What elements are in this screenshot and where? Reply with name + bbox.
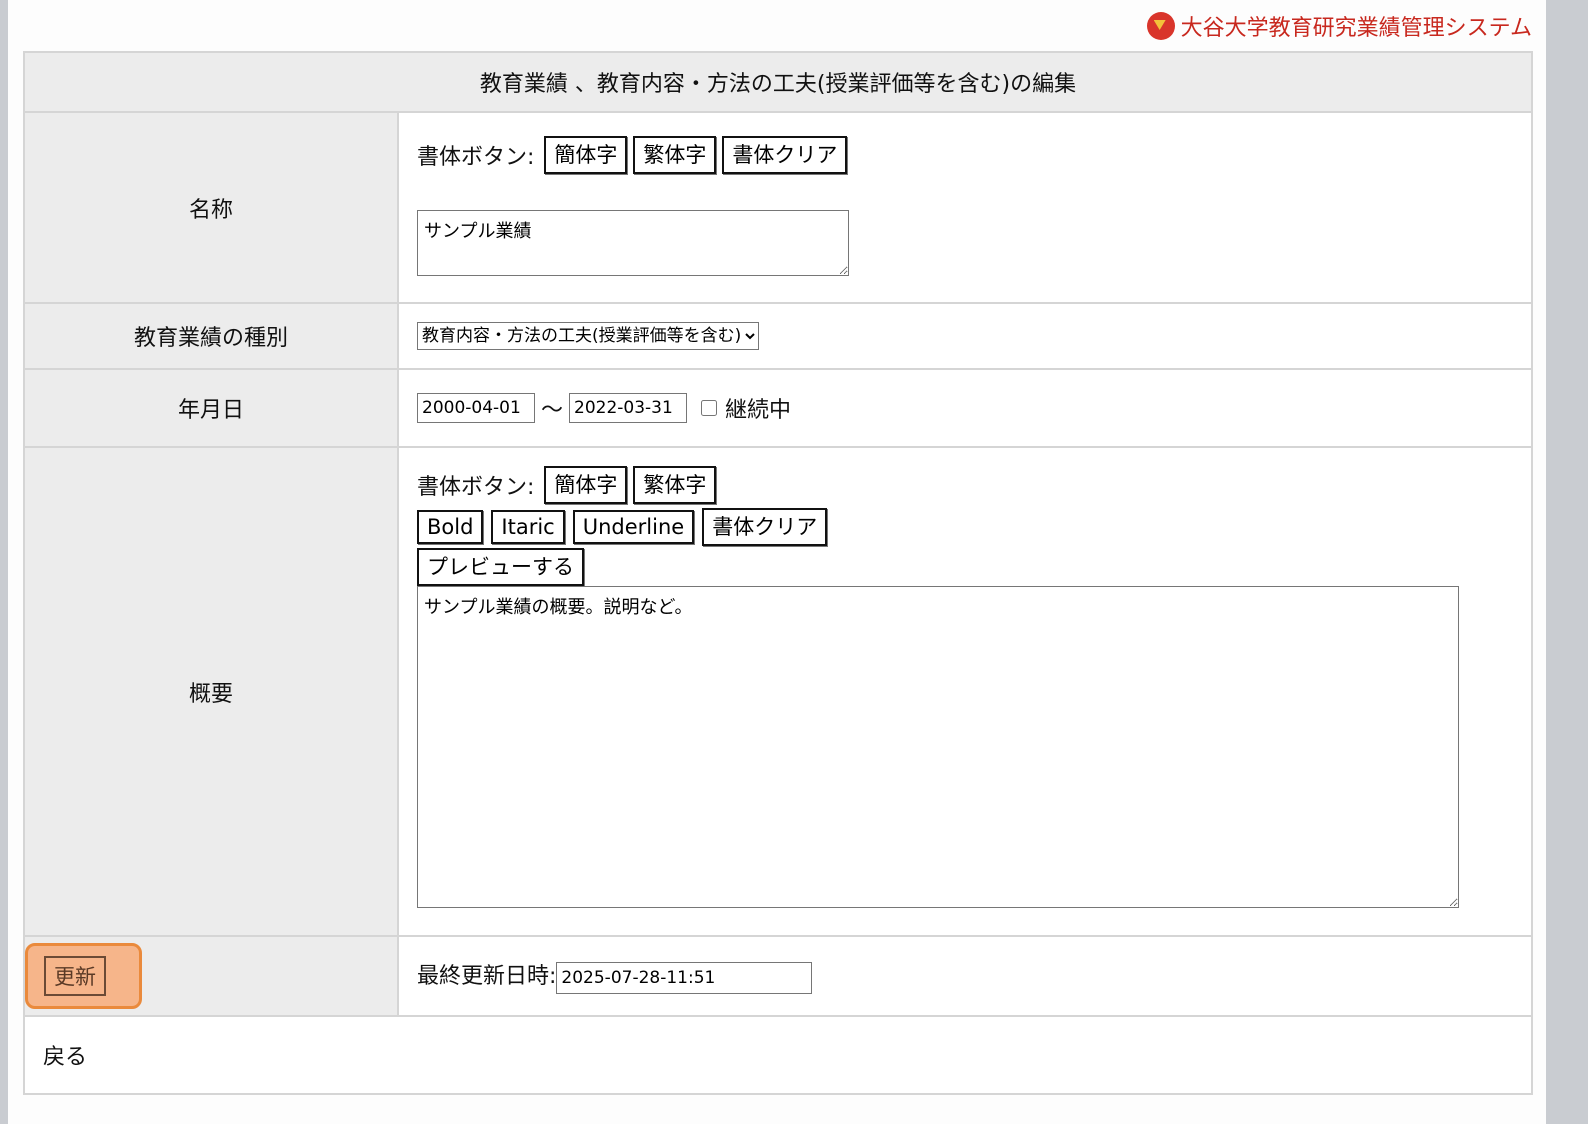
name-label: 名称 bbox=[23, 111, 399, 304]
summary-value-cell: 書体ボタン: 簡体字 繁体字 Bold Itaric Underline 書体ク… bbox=[397, 446, 1533, 937]
kind-label: 教育業績の種別 bbox=[23, 302, 399, 370]
brand-header[interactable]: 大谷大学教育研究業績管理システム bbox=[1146, 10, 1532, 42]
ongoing-checkbox[interactable] bbox=[701, 400, 718, 416]
summary-toolbar-label: 書体ボタン: bbox=[417, 475, 535, 500]
update-highlight: 更新 bbox=[25, 943, 142, 1009]
edit-form-table: 教育業績 、教育内容・方法の工夫(授業評価等を含む)の編集 名称 書体ボタン: … bbox=[23, 51, 1533, 1095]
name-font-toolbar: 書体ボタン: 簡体字 繁体字 書体クリア bbox=[417, 135, 1531, 174]
summary-textarea[interactable]: サンプル業績の概要。説明など。 bbox=[417, 586, 1459, 908]
page: 大谷大学教育研究業績管理システム 教育業績 、教育内容・方法の工夫(授業評価等を… bbox=[8, 0, 1546, 1124]
name-value-cell: 書体ボタン: 簡体字 繁体字 書体クリア サンプル業績 bbox=[397, 111, 1533, 304]
summary-traditional-button[interactable]: 繁体字 bbox=[633, 466, 717, 504]
university-logo-icon bbox=[1146, 12, 1175, 40]
kind-value-cell: 教育内容・方法の工夫(授業評価等を含む) bbox=[397, 302, 1533, 370]
last-updated-cell: 最終更新日時: bbox=[397, 935, 1533, 1017]
last-updated-input[interactable] bbox=[556, 962, 813, 994]
kind-select[interactable]: 教育内容・方法の工夫(授業評価等を含む) bbox=[417, 322, 759, 350]
date-separator: 〜 bbox=[541, 398, 564, 423]
back-cell: 戻る bbox=[23, 1015, 1533, 1095]
brand-name: 大谷大学教育研究業績管理システム bbox=[1180, 16, 1532, 41]
last-updated-label: 最終更新日時: bbox=[417, 964, 557, 989]
bold-button[interactable]: Bold bbox=[417, 510, 484, 544]
name-font-clear-button[interactable]: 書体クリア bbox=[722, 135, 848, 174]
date-value-cell: 〜 継続中 bbox=[397, 368, 1533, 448]
form-title: 教育業績 、教育内容・方法の工夫(授業評価等を含む)の編集 bbox=[23, 51, 1533, 113]
preview-button[interactable]: プレビューする bbox=[417, 548, 584, 586]
date-label: 年月日 bbox=[23, 368, 399, 448]
start-date-input[interactable] bbox=[417, 393, 535, 423]
name-simplified-button[interactable]: 簡体字 bbox=[544, 135, 628, 174]
ongoing-label: 継続中 bbox=[725, 398, 792, 423]
summary-font-toolbar-row1: 書体ボタン: 簡体字 繁体字 bbox=[417, 466, 1531, 504]
name-traditional-button[interactable]: 繁体字 bbox=[633, 135, 717, 174]
summary-label: 概要 bbox=[23, 446, 399, 937]
name-textarea[interactable]: サンプル業績 bbox=[417, 209, 849, 276]
italic-button[interactable]: Itaric bbox=[491, 510, 565, 544]
update-cell: 更新 bbox=[23, 935, 399, 1017]
update-button[interactable]: 更新 bbox=[44, 956, 106, 996]
summary-simplified-button[interactable]: 簡体字 bbox=[544, 466, 628, 504]
summary-font-clear-button[interactable]: 書体クリア bbox=[702, 508, 828, 546]
end-date-input[interactable] bbox=[569, 393, 688, 423]
back-link[interactable]: 戻る bbox=[43, 1045, 87, 1070]
name-toolbar-label: 書体ボタン: bbox=[417, 144, 535, 170]
summary-font-toolbar-row2: Bold Itaric Underline 書体クリア bbox=[417, 508, 1531, 546]
underline-button[interactable]: Underline bbox=[572, 510, 695, 544]
